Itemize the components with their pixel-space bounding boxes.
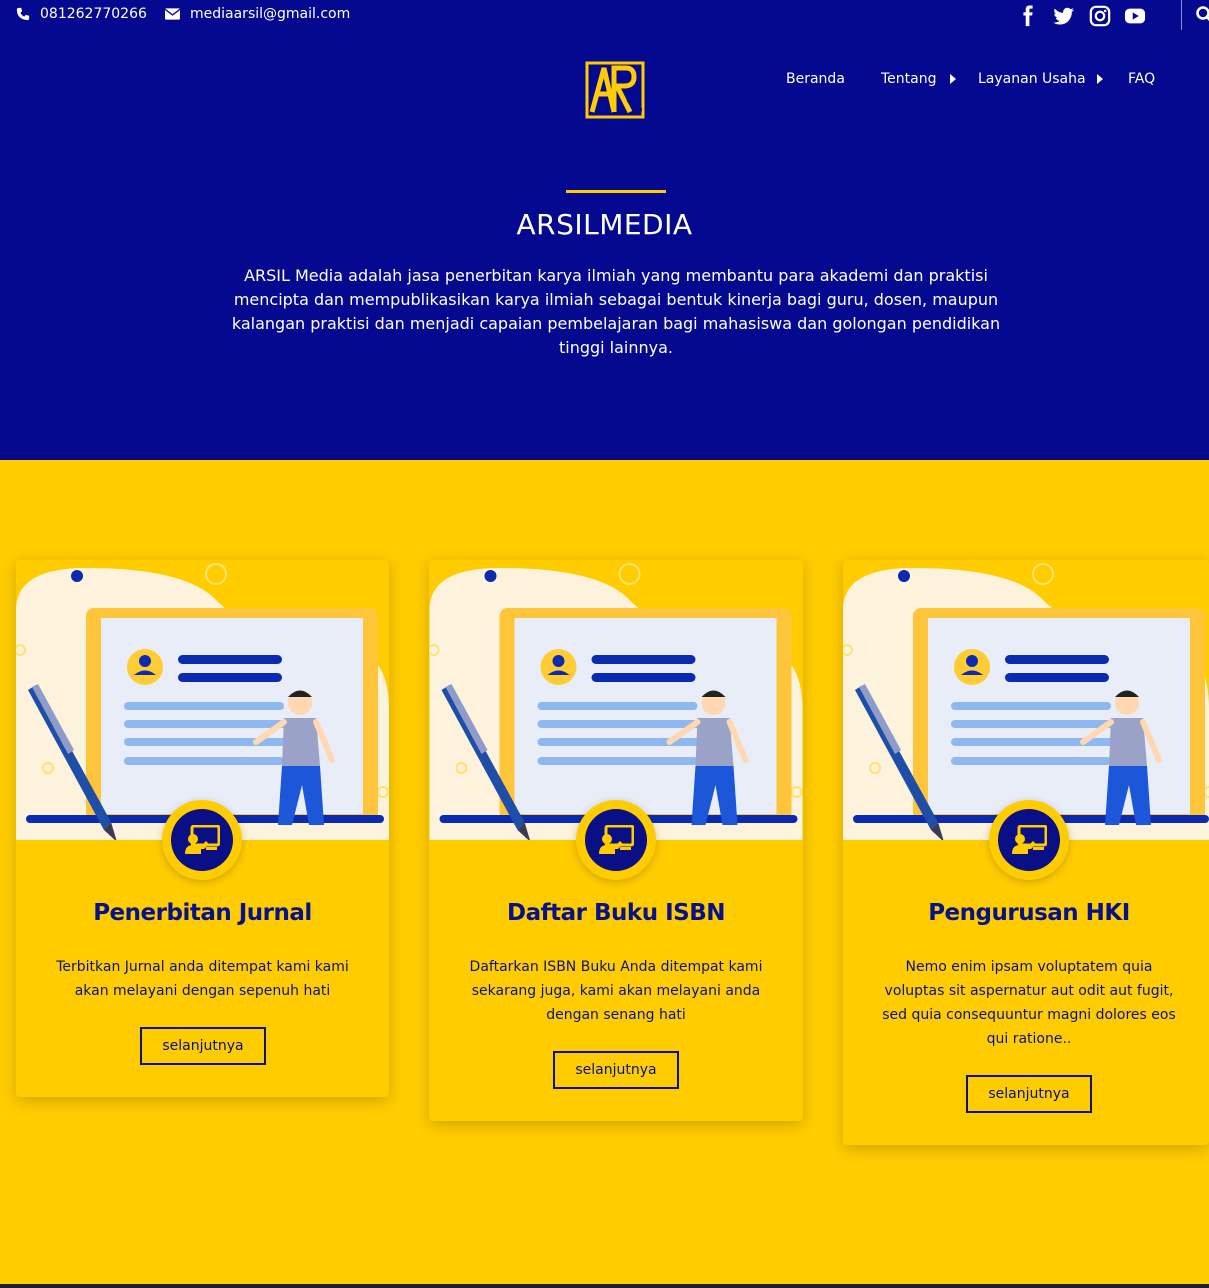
service-badge — [989, 800, 1069, 880]
tentang-caret-icon[interactable] — [950, 74, 956, 84]
phone-contact[interactable]: 081262770266 — [16, 6, 147, 22]
selanjutnya-button[interactable]: selanjutnya — [966, 1075, 1092, 1113]
service-badge — [162, 800, 242, 880]
selanjutnya-button[interactable]: selanjutnya — [140, 1027, 266, 1065]
email-address: mediaarsil@gmail.com — [190, 6, 351, 22]
nav-beranda[interactable]: Beranda — [786, 71, 845, 87]
service-badge — [576, 800, 656, 880]
hero-section: 081262770266 mediaarsil@gmail.com Berand… — [0, 0, 1209, 460]
card-title: Penerbitan Jurnal — [93, 900, 312, 926]
nav-tentang[interactable]: Tentang — [881, 71, 937, 87]
selanjutnya-button[interactable]: selanjutnya — [553, 1051, 679, 1089]
laptop-illustration — [843, 563, 1209, 840]
teacher-board-icon — [171, 809, 233, 871]
teacher-board-icon — [998, 809, 1060, 871]
laptop-illustration — [16, 563, 389, 840]
nav-faq[interactable]: FAQ — [1128, 71, 1155, 87]
envelope-icon — [165, 8, 180, 20]
phone-number: 081262770266 — [40, 6, 147, 22]
hero-title: ARSILMEDIA — [516, 208, 693, 241]
service-card-isbn: Daftar Buku ISBN Daftarkan ISBN Buku And… — [429, 560, 803, 1121]
search-icon[interactable] — [1195, 6, 1209, 24]
footer-edge — [0, 1284, 1209, 1288]
hero-description: ARSIL Media adalah jasa penerbitan karya… — [231, 266, 1001, 357]
service-card-jurnal: Penerbitan Jurnal Terbitkan Jurnal anda … — [16, 560, 389, 1097]
twitter-icon[interactable] — [1053, 5, 1075, 27]
card-text: Nemo enim ipsam voluptatem quia voluptas… — [882, 959, 1176, 1047]
facebook-icon[interactable] — [1017, 5, 1039, 27]
card-title: Daftar Buku ISBN — [507, 900, 725, 926]
youtube-icon[interactable] — [1124, 5, 1146, 27]
card-text: Daftarkan ISBN Buku Anda ditempat kami s… — [469, 959, 763, 1023]
email-contact[interactable]: mediaarsil@gmail.com — [165, 6, 350, 22]
arsil-logo[interactable] — [584, 60, 646, 120]
service-card-hki: Pengurusan HKI Nemo enim ipsam voluptate… — [843, 560, 1209, 1145]
title-rule — [566, 190, 666, 193]
topbar-divider — [1181, 0, 1182, 30]
top-bar: 081262770266 mediaarsil@gmail.com — [0, 0, 1209, 30]
instagram-icon[interactable] — [1089, 5, 1111, 27]
card-text: Terbitkan Jurnal anda ditempat kami kami… — [56, 959, 349, 999]
layanan-caret-icon[interactable] — [1097, 74, 1103, 84]
phone-icon — [16, 7, 30, 21]
laptop-illustration — [429, 563, 803, 840]
nav-layanan-usaha[interactable]: Layanan Usaha — [978, 71, 1086, 87]
card-title: Pengurusan HKI — [928, 900, 1130, 926]
teacher-board-icon — [585, 809, 647, 871]
